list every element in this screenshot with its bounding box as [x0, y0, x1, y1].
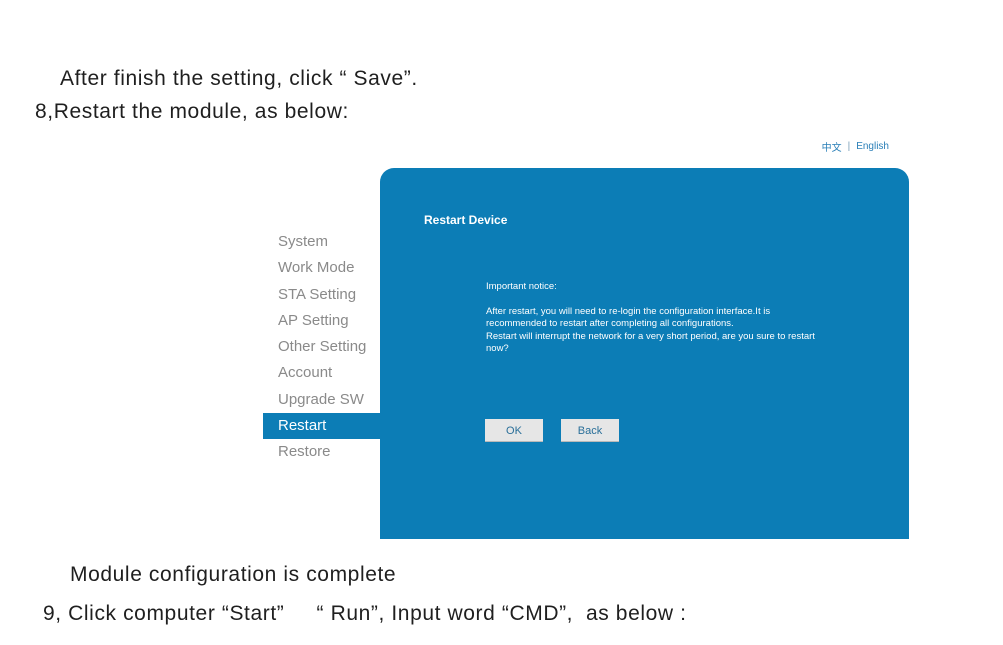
instruction-restart: 8,Restart the module, as below: — [35, 100, 349, 123]
notice-block: Important notice: After restart, you wil… — [486, 281, 826, 355]
sidebar-item-restore[interactable]: Restore — [263, 439, 380, 465]
notice-text-relogin: After restart, you will need to re-login… — [486, 305, 771, 330]
sidebar-item-sta-setting[interactable]: STA Setting — [263, 282, 380, 308]
sidebar-menu: System Work Mode STA Setting AP Setting … — [263, 229, 380, 466]
language-switcher: 中文 | English — [822, 139, 889, 154]
sidebar-item-upgrade-sw[interactable]: Upgrade SW — [263, 387, 380, 413]
notice-text-interrupt: Restart will interrupt the network for a… — [486, 330, 815, 354]
embedded-screenshot: 中文 | English System Work Mode STA Settin… — [263, 132, 913, 539]
sidebar-item-system[interactable]: System — [263, 229, 380, 255]
panel-title: Restart Device — [424, 213, 508, 227]
lang-separator: | — [847, 141, 851, 152]
sidebar-item-account[interactable]: Account — [263, 360, 380, 386]
restart-panel: Restart Device Important notice: After r… — [380, 168, 909, 539]
instruction-save: After finish the setting, click “ Save”. — [60, 67, 418, 90]
back-button[interactable]: Back — [561, 419, 619, 442]
lang-chinese-link[interactable]: 中文 — [822, 139, 842, 154]
sidebar-item-restart[interactable]: Restart — [263, 413, 380, 440]
instruction-complete: Module configuration is complete — [70, 563, 397, 586]
instruction-cmd: 9, Click computer “Start” “ Run”, Input … — [43, 602, 687, 625]
sidebar-item-work-mode[interactable]: Work Mode — [263, 255, 380, 281]
sidebar-item-ap-setting[interactable]: AP Setting — [263, 308, 380, 334]
ok-button[interactable]: OK — [485, 419, 543, 442]
sidebar-item-other-setting[interactable]: Other Setting — [263, 334, 380, 360]
lang-english-link[interactable]: English — [856, 141, 889, 152]
notice-header: Important notice: — [486, 281, 557, 292]
